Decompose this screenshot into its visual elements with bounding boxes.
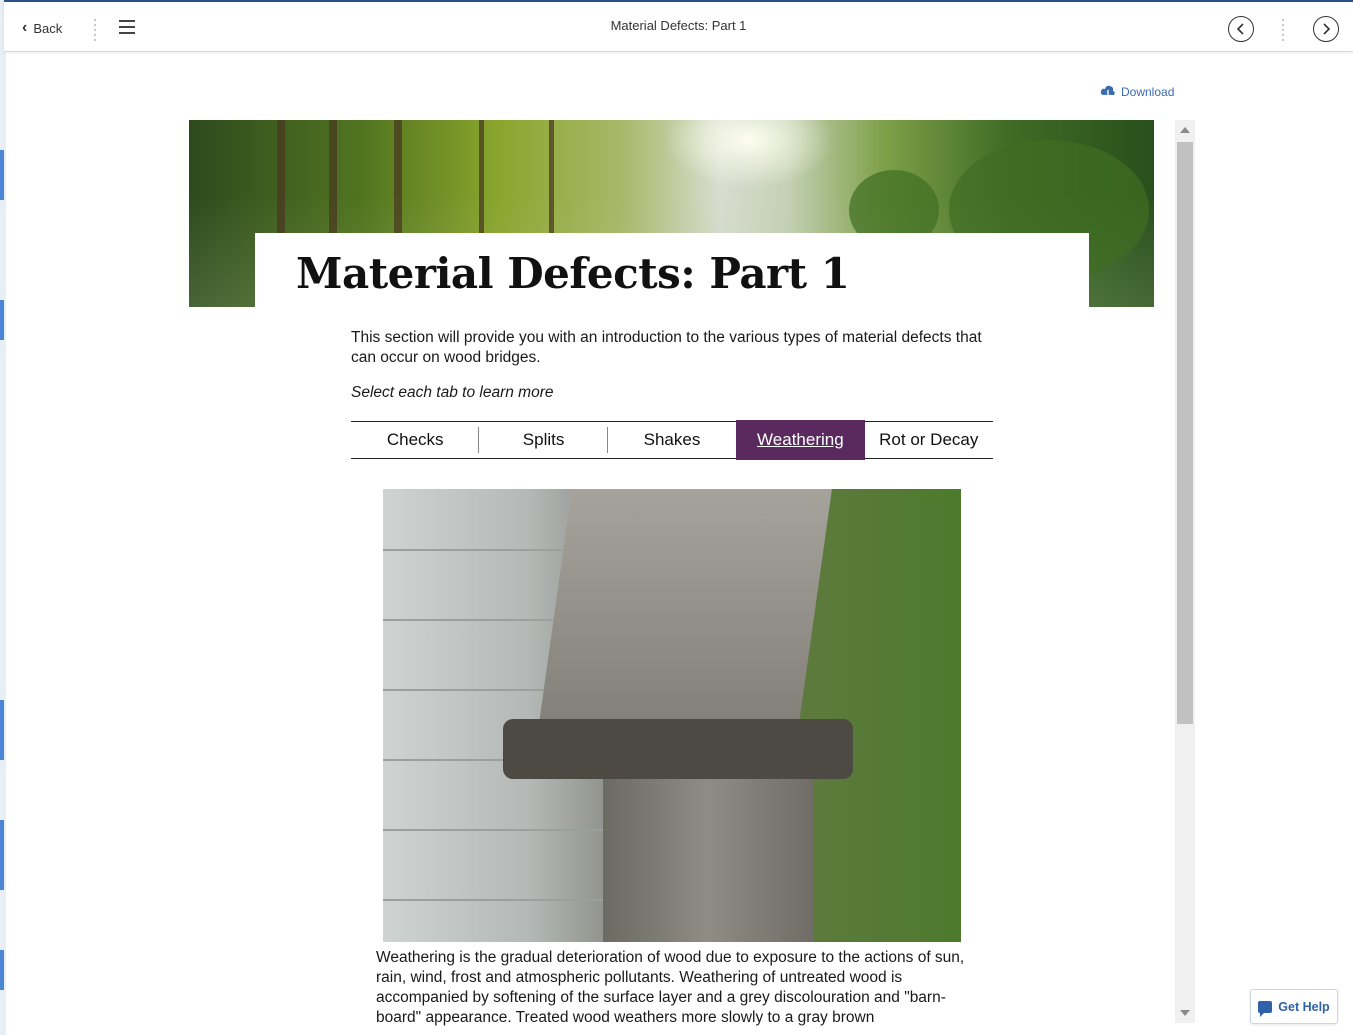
divider-dots: [1282, 19, 1286, 41]
background-bar: [0, 300, 4, 340]
get-help-label: Get Help: [1278, 999, 1330, 1014]
tab-shakes[interactable]: Shakes: [608, 422, 736, 458]
weathered-wood-photo: [383, 489, 961, 942]
background-bar: [0, 820, 4, 890]
photo-post: [603, 774, 813, 942]
chevron-right-icon: [1323, 23, 1331, 35]
scrollbar[interactable]: [1175, 120, 1195, 1023]
lesson-content: Material Defects: Part 1 This section wi…: [189, 120, 1195, 1028]
photo-beam-end: [503, 719, 853, 779]
tab-checks[interactable]: Checks: [351, 422, 480, 458]
scroll-up-arrow-icon[interactable]: [1180, 127, 1190, 133]
get-help-button[interactable]: Get Help: [1250, 989, 1338, 1024]
background-bar: [0, 150, 4, 200]
lesson-title: Material Defects: Part 1: [610, 18, 747, 33]
scroll-down-arrow-icon[interactable]: [1180, 1010, 1190, 1016]
tab-rot-or-decay[interactable]: Rot or Decay: [865, 422, 993, 458]
intro-text: This section will provide you with an in…: [351, 329, 982, 366]
download-button[interactable]: Download: [1100, 85, 1174, 99]
tab-splits[interactable]: Splits: [479, 422, 609, 458]
download-label: Download: [1121, 85, 1175, 99]
page-title: Material Defects: Part 1: [296, 249, 850, 298]
background-bar: [0, 950, 4, 990]
chevron-left-icon: [1236, 23, 1244, 35]
photo-plank: [383, 829, 615, 831]
tab-bar: Checks Splits Shakes Weathering Rot or D…: [351, 420, 993, 460]
title-card: Material Defects: Part 1: [255, 233, 1089, 307]
photo-plank: [383, 899, 615, 901]
scroll-thumb[interactable]: [1177, 142, 1193, 724]
tab-description: Weathering is the gradual deterioration …: [376, 949, 965, 1026]
background-bar: [0, 700, 4, 760]
tab-weathering[interactable]: Weathering: [736, 420, 865, 460]
chat-bubble-icon: [1258, 1000, 1273, 1017]
cloud-download-icon: [1100, 85, 1115, 99]
next-button[interactable]: [1313, 16, 1339, 42]
background-strip: [0, 0, 6, 1035]
banner-image: Material Defects: Part 1: [189, 120, 1154, 307]
previous-button[interactable]: [1228, 16, 1254, 42]
instruction-text: Select each tab to learn more: [351, 384, 554, 401]
top-bar: ‹ Back Material Defects: Part 1: [4, 0, 1353, 52]
